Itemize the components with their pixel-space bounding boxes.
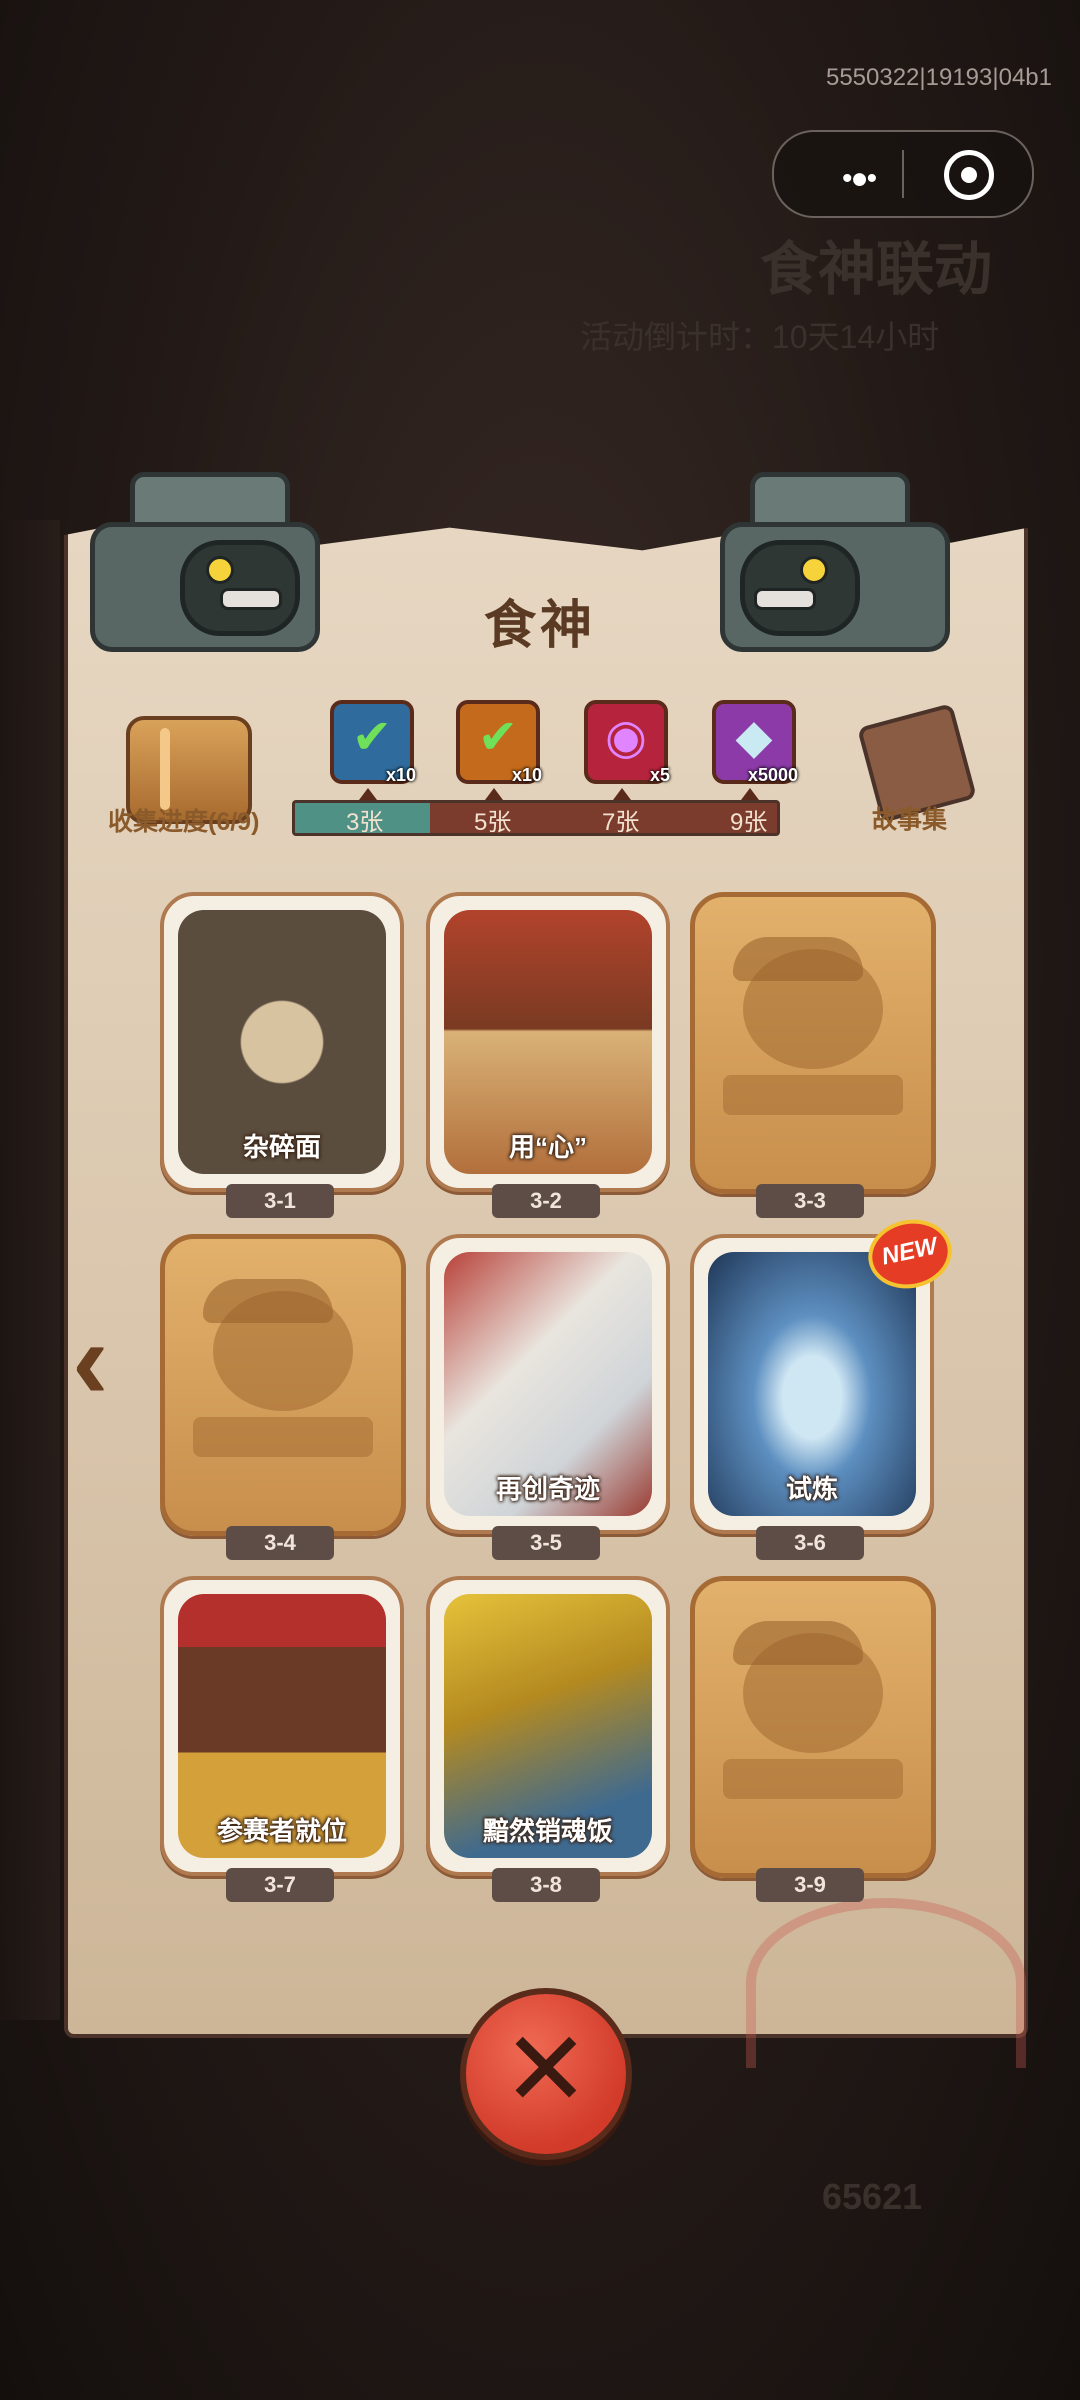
milestone-pointer [613, 788, 631, 800]
stamp-decoration [746, 1898, 1026, 2068]
card-title: 黯然销魂饭 [482, 1816, 613, 1846]
previous-page-arrow-icon[interactable]: ‹ [72, 1306, 142, 1416]
background-event-timer: 活动倒计时：10天14小时 [580, 319, 940, 355]
card-title: 用“心” [508, 1132, 587, 1162]
background-wall [0, 520, 60, 2020]
milestone-reward-3[interactable]: ◉ x5 [584, 700, 670, 785]
milestone-pointer [741, 788, 759, 800]
card-3-5[interactable]: 再创奇迹 3-5 [426, 1234, 670, 1560]
collection-progress-label: 收集进度(6/9) [108, 808, 260, 836]
check-icon: ✔ [351, 711, 393, 764]
milestone-reward-2[interactable]: ✔ x10 [456, 700, 542, 785]
check-icon: ✔ [477, 711, 519, 764]
card-3-1[interactable]: 杂碎面 3-1 [160, 892, 404, 1218]
card-3-9-locked[interactable]: 3-9 [690, 1576, 936, 1902]
milestone-pointer [359, 788, 377, 800]
card-id: 3-4 [226, 1526, 334, 1560]
close-miniprogram-icon[interactable] [944, 150, 994, 200]
milestone-reward-4[interactable]: ◆ x5000 [712, 700, 798, 785]
card-title: 再创奇迹 [495, 1474, 600, 1504]
build-id: 5550322|19193|04b1 [825, 64, 1052, 91]
card-id: 3-5 [492, 1526, 600, 1560]
reward-quantity: x10 [511, 765, 542, 785]
reward-quantity: x10 [385, 765, 416, 785]
milestone-label: 9张 [730, 809, 768, 836]
capsule-divider [902, 150, 904, 198]
card-3-2[interactable]: 用“心” 3-2 [426, 892, 670, 1218]
card-id: 3-9 [756, 1868, 864, 1902]
card-id: 3-2 [492, 1184, 600, 1218]
card-id: 3-3 [756, 1184, 864, 1218]
milestone-label: 3张 [346, 809, 384, 836]
reward-quantity: x5000 [747, 765, 798, 785]
card-title: 参赛者就位 [216, 1816, 347, 1846]
card-id: 3-6 [756, 1526, 864, 1560]
milestone-reward-1[interactable]: ✔ x10 [330, 700, 416, 785]
card-title: 杂碎面 [242, 1132, 321, 1162]
miniprogram-capsule: •●• [772, 130, 1034, 218]
card-id: 3-1 [226, 1184, 334, 1218]
card-3-4-locked[interactable]: 3-4 [160, 1234, 406, 1560]
reward-quantity: x5 [649, 765, 670, 785]
panel-title: 食神 [483, 597, 596, 655]
story-collection-label[interactable]: 故事集 [872, 800, 947, 836]
milestone-label: 5张 [474, 809, 512, 836]
close-button[interactable]: ✕ [460, 1988, 632, 2160]
more-icon[interactable]: •●• [842, 162, 877, 196]
card-id: 3-7 [226, 1868, 334, 1902]
milestone-pointer [485, 788, 503, 800]
background-event-title: 食神联动 [760, 237, 993, 302]
card-title: 试炼 [785, 1474, 838, 1504]
background-score: 65621 [822, 2176, 923, 2217]
disc-icon: ◉ [605, 711, 647, 764]
milestone-label: 7张 [602, 809, 640, 836]
card-id: 3-8 [492, 1868, 600, 1902]
gem-icon: ◆ [735, 711, 773, 764]
card-3-3-locked[interactable]: 3-3 [690, 892, 936, 1218]
card-3-7[interactable]: 参赛者就位 3-7 [160, 1576, 404, 1902]
card-3-6[interactable]: 试炼 3-6 NEW [690, 1212, 959, 1560]
card-3-8[interactable]: 黯然销魂饭 3-8 [426, 1576, 670, 1902]
close-icon: ✕ [502, 2012, 590, 2128]
